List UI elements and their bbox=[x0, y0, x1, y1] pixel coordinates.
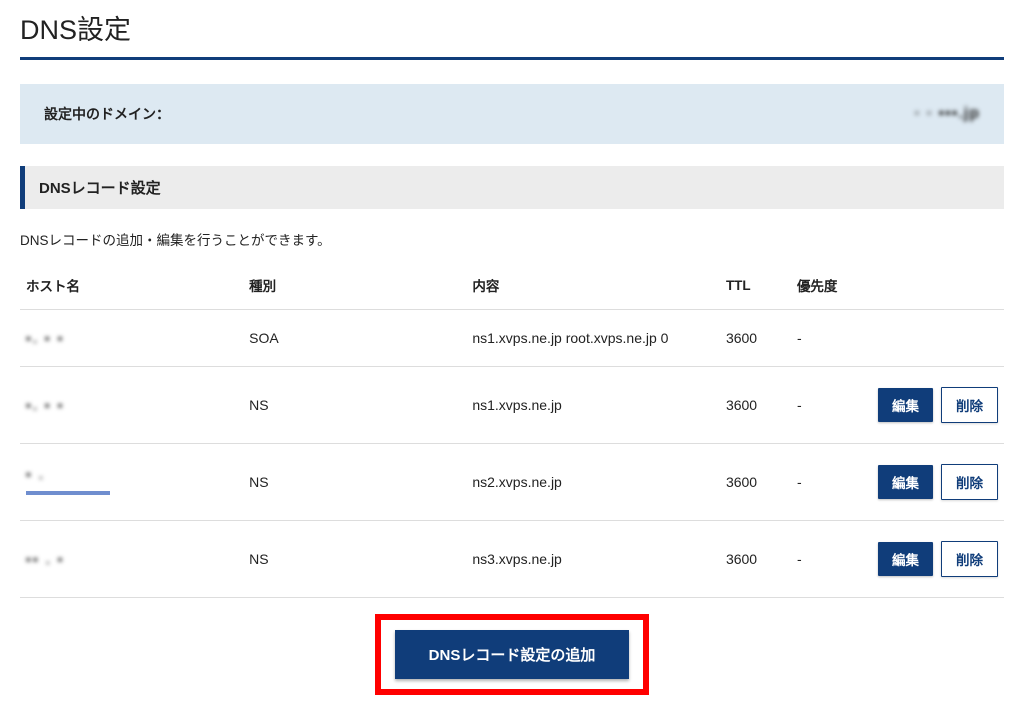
cell-type: NS bbox=[243, 521, 466, 598]
th-content: 内容 bbox=[466, 267, 720, 310]
table-row: ▪. ▪ ▪NSns1.xvps.ne.jp3600-編集削除 bbox=[20, 367, 1004, 444]
table-row: ▪ .NSns2.xvps.ne.jp3600-編集削除 bbox=[20, 444, 1004, 521]
cell-priority: - bbox=[791, 444, 852, 521]
edit-button[interactable]: 編集 bbox=[878, 465, 933, 499]
delete-button[interactable]: 削除 bbox=[941, 541, 998, 577]
domain-bar: 設定中のドメイン： ◦ ◦ ▪▪▪.jp bbox=[20, 84, 1004, 144]
table-row: ▪. ▪ ▪SOAns1.xvps.ne.jp root.xvps.ne.jp … bbox=[20, 310, 1004, 367]
edit-button[interactable]: 編集 bbox=[878, 388, 933, 422]
add-record-button[interactable]: DNSレコード設定の追加 bbox=[395, 630, 630, 679]
cell-host: ▪. ▪ ▪ bbox=[20, 367, 243, 444]
cell-priority: - bbox=[791, 367, 852, 444]
cell-type: NS bbox=[243, 444, 466, 521]
cell-content: ns1.xvps.ne.jp bbox=[466, 367, 720, 444]
cell-content: ns2.xvps.ne.jp bbox=[466, 444, 720, 521]
cell-host: ▪. ▪ ▪ bbox=[20, 310, 243, 367]
page-title: DNS設定 bbox=[20, 4, 1004, 60]
cell-actions: 編集削除 bbox=[852, 521, 1004, 598]
th-actions bbox=[852, 267, 1004, 310]
table-row: ▪▪ . ▪NSns3.xvps.ne.jp3600-編集削除 bbox=[20, 521, 1004, 598]
cell-actions: 編集削除 bbox=[852, 367, 1004, 444]
th-priority: 優先度 bbox=[791, 267, 852, 310]
cell-type: SOA bbox=[243, 310, 466, 367]
section-description: DNSレコードの追加・編集を行うことができます。 bbox=[20, 229, 1004, 249]
cell-content: ns1.xvps.ne.jp root.xvps.ne.jp 0 bbox=[466, 310, 720, 367]
cell-actions bbox=[852, 310, 1004, 367]
add-highlight-frame: DNSレコード設定の追加 bbox=[375, 614, 650, 695]
th-host: ホスト名 bbox=[20, 267, 243, 310]
cell-ttl: 3600 bbox=[720, 367, 791, 444]
records-table: ホスト名 種別 内容 TTL 優先度 ▪. ▪ ▪SOAns1.xvps.ne.… bbox=[20, 267, 1004, 598]
cell-ttl: 3600 bbox=[720, 310, 791, 367]
domain-label: 設定中のドメイン： bbox=[44, 104, 170, 124]
cell-priority: - bbox=[791, 521, 852, 598]
cell-host: ▪▪ . ▪ bbox=[20, 521, 243, 598]
domain-value: ◦ ◦ ▪▪▪.jp bbox=[914, 105, 980, 123]
cell-priority: - bbox=[791, 310, 852, 367]
th-ttl: TTL bbox=[720, 267, 791, 310]
delete-button[interactable]: 削除 bbox=[941, 387, 998, 423]
row-accent bbox=[26, 491, 110, 495]
section-header: DNSレコード設定 bbox=[20, 166, 1004, 209]
cell-type: NS bbox=[243, 367, 466, 444]
cell-ttl: 3600 bbox=[720, 521, 791, 598]
cell-host: ▪ . bbox=[20, 444, 243, 521]
edit-button[interactable]: 編集 bbox=[878, 542, 933, 576]
delete-button[interactable]: 削除 bbox=[941, 464, 998, 500]
cell-content: ns3.xvps.ne.jp bbox=[466, 521, 720, 598]
cell-ttl: 3600 bbox=[720, 444, 791, 521]
th-type: 種別 bbox=[243, 267, 466, 310]
cell-actions: 編集削除 bbox=[852, 444, 1004, 521]
